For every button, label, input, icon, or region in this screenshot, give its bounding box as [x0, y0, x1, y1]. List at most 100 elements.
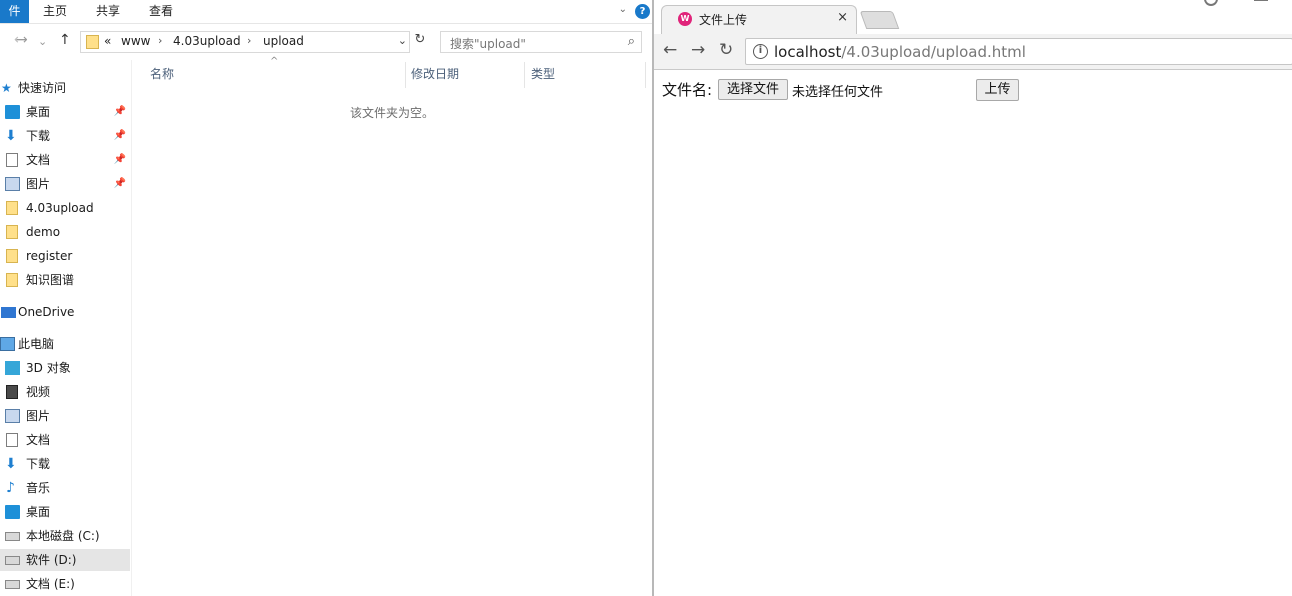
drive-icon [5, 532, 20, 541]
up-folder-button[interactable]: ↑ [59, 32, 71, 48]
recent-locations-icon[interactable]: ⌄ [38, 35, 47, 48]
address-bar[interactable]: « www › 4.03upload › upload ⌄ [80, 31, 410, 53]
sidebar-item-label: 知识图谱 [26, 273, 75, 287]
sidebar-item-label: 本地磁盘 (C:) [26, 529, 100, 543]
forward-arrow-icon[interactable]: → [691, 40, 705, 60]
url-text[interactable]: localhost/4.03upload/upload.html [774, 43, 1026, 61]
document-icon [6, 153, 18, 167]
pin-icon[interactable]: 📌 [114, 101, 126, 123]
column-header-modified[interactable]: 修改日期 [411, 60, 459, 90]
search-input-placeholder[interactable]: 搜索"upload" [450, 35, 526, 52]
sidebar-item-label: 文档 [26, 433, 51, 447]
music-icon: ♪ [6, 480, 15, 496]
sidebar-item-drive-d[interactable]: 软件 (D:) [0, 549, 130, 571]
file-explorer-window: 件 主页 共享 查看 ⌄ ? → → ⌄ ↑ « www › 4.03uploa… [0, 0, 653, 596]
sidebar-item-documents-pc[interactable]: 文档 [0, 429, 130, 451]
folder-icon [86, 35, 99, 49]
pin-icon[interactable]: 📌 [114, 173, 126, 195]
sidebar-item-onedrive[interactable]: OneDrive [0, 301, 130, 323]
sidebar-item-this-pc[interactable]: 此电脑 [0, 333, 130, 355]
tab-title: 文件上传 [699, 13, 748, 27]
info-icon[interactable]: i [753, 44, 768, 59]
sidebar-item-label: 桌面 [26, 505, 51, 519]
sidebar-item-documents[interactable]: 文档 📌 [0, 149, 130, 171]
breadcrumb-4-03upload[interactable]: 4.03upload [173, 34, 241, 48]
sidebar-item-label: 音乐 [26, 481, 51, 495]
reload-icon[interactable]: ↻ [719, 40, 733, 60]
pin-icon[interactable]: 📌 [114, 149, 126, 171]
ribbon-tab-file[interactable]: 件 [0, 0, 29, 23]
column-divider[interactable] [405, 62, 406, 88]
sidebar-item-pictures[interactable]: 图片 📌 [0, 173, 130, 195]
choose-file-button[interactable]: 选择文件 [718, 79, 788, 100]
column-header-name[interactable]: 名称 [150, 60, 174, 90]
search-icon[interactable]: ⌕ [628, 34, 635, 49]
column-divider[interactable] [645, 62, 646, 88]
sidebar-item-pictures-pc[interactable]: 图片 [0, 405, 130, 427]
ribbon-tabs: 件 主页 共享 查看 ⌄ ? [0, 0, 653, 24]
sidebar-item-label: 桌面 [26, 105, 51, 119]
sidebar-item-label: register [26, 249, 73, 263]
sidebar-item-4-03upload[interactable]: 4.03upload [0, 197, 130, 219]
ribbon-tab-home[interactable]: 主页 [43, 0, 67, 23]
column-header-type[interactable]: 类型 [531, 60, 555, 90]
profile-icon[interactable] [1204, 0, 1218, 6]
breadcrumb-separator-icon[interactable]: › [247, 34, 251, 47]
refresh-icon[interactable]: ↻ [411, 32, 429, 52]
sidebar-item-label: 图片 [26, 177, 51, 191]
video-icon [6, 385, 18, 399]
browser-toolbar: ← → ↻ i localhost/4.03upload/upload.html [654, 34, 1292, 70]
browser-window: W 文件上传 × ← → ↻ i localhost/4.03upload/up… [654, 0, 1292, 596]
search-box[interactable]: 搜索"upload" ⌕ [440, 31, 642, 53]
ribbon-expand-chevron-icon[interactable]: ⌄ [619, 4, 627, 15]
ribbon-tab-share[interactable]: 共享 [96, 0, 120, 23]
help-icon[interactable]: ? [635, 4, 650, 19]
folder-icon [6, 225, 18, 239]
sidebar-item-register[interactable]: register [0, 245, 130, 267]
column-divider[interactable] [524, 62, 525, 88]
tab-file-upload[interactable]: W 文件上传 × [661, 5, 857, 34]
star-icon: ★ [1, 81, 12, 95]
omnibox[interactable]: i localhost/4.03upload/upload.html [745, 38, 1292, 65]
forward-button[interactable]: → [16, 32, 28, 48]
sidebar-item-label: 下载 [26, 129, 51, 143]
drive-icon [5, 556, 20, 565]
sidebar-item-desktop-pc[interactable]: 桌面 [0, 501, 130, 523]
sidebar-item-label: 3D 对象 [26, 361, 71, 375]
breadcrumb-www[interactable]: www [121, 34, 150, 48]
breadcrumb-upload[interactable]: upload [263, 34, 304, 48]
sidebar-item-label: 此电脑 [18, 337, 55, 351]
sidebar-quick-access[interactable]: ★ 快速访问 [0, 77, 130, 99]
address-dropdown-icon[interactable]: ⌄ [398, 34, 407, 47]
new-tab-button[interactable] [859, 11, 900, 29]
sidebar-item-drive-e[interactable]: 文档 (E:) [0, 573, 130, 595]
sidebar-item-label: 下载 [26, 457, 51, 471]
sidebar-item-desktop[interactable]: 桌面 📌 [0, 101, 130, 123]
pin-icon[interactable]: 📌 [114, 125, 126, 147]
back-arrow-icon[interactable]: ← [663, 40, 677, 60]
pictures-icon [5, 409, 20, 423]
sidebar-item-label: demo [26, 225, 61, 239]
tab-strip: W 文件上传 × [654, 0, 1292, 34]
file-list-pane[interactable]: ^ 名称 修改日期 类型 该文件夹为空。 [131, 56, 653, 596]
sidebar-item-drive-c[interactable]: 本地磁盘 (C:) [0, 525, 130, 547]
sidebar-item-demo[interactable]: demo [0, 221, 130, 243]
url-path: /4.03upload/upload.html [841, 43, 1026, 61]
sidebar-item-knowledge-graph[interactable]: 知识图谱 [0, 269, 130, 291]
breadcrumb-separator-icon[interactable]: › [158, 34, 162, 47]
sidebar-item-downloads[interactable]: ⬇ 下载 📌 [0, 125, 130, 147]
sidebar-item-label: 文档 [26, 153, 51, 167]
sidebar-item-downloads-pc[interactable]: ⬇ 下载 [0, 453, 130, 475]
sidebar-item-music[interactable]: ♪ 音乐 [0, 477, 130, 499]
upload-button[interactable]: 上传 [976, 79, 1019, 101]
ribbon-tab-view[interactable]: 查看 [149, 0, 173, 23]
address-overflow[interactable]: « [104, 34, 111, 48]
sidebar-item-label: 软件 (D:) [26, 553, 77, 567]
sidebar-item-videos[interactable]: 视频 [0, 381, 130, 403]
close-tab-icon[interactable]: × [837, 10, 848, 25]
computer-icon [0, 337, 15, 351]
sidebar-item-3d-objects[interactable]: 3D 对象 [0, 357, 130, 379]
sidebar-item-label: 快速访问 [18, 81, 67, 95]
web-page: 文件名: 选择文件 未选择任何文件 上传 [654, 71, 1292, 596]
minimize-icon[interactable] [1254, 0, 1268, 1]
